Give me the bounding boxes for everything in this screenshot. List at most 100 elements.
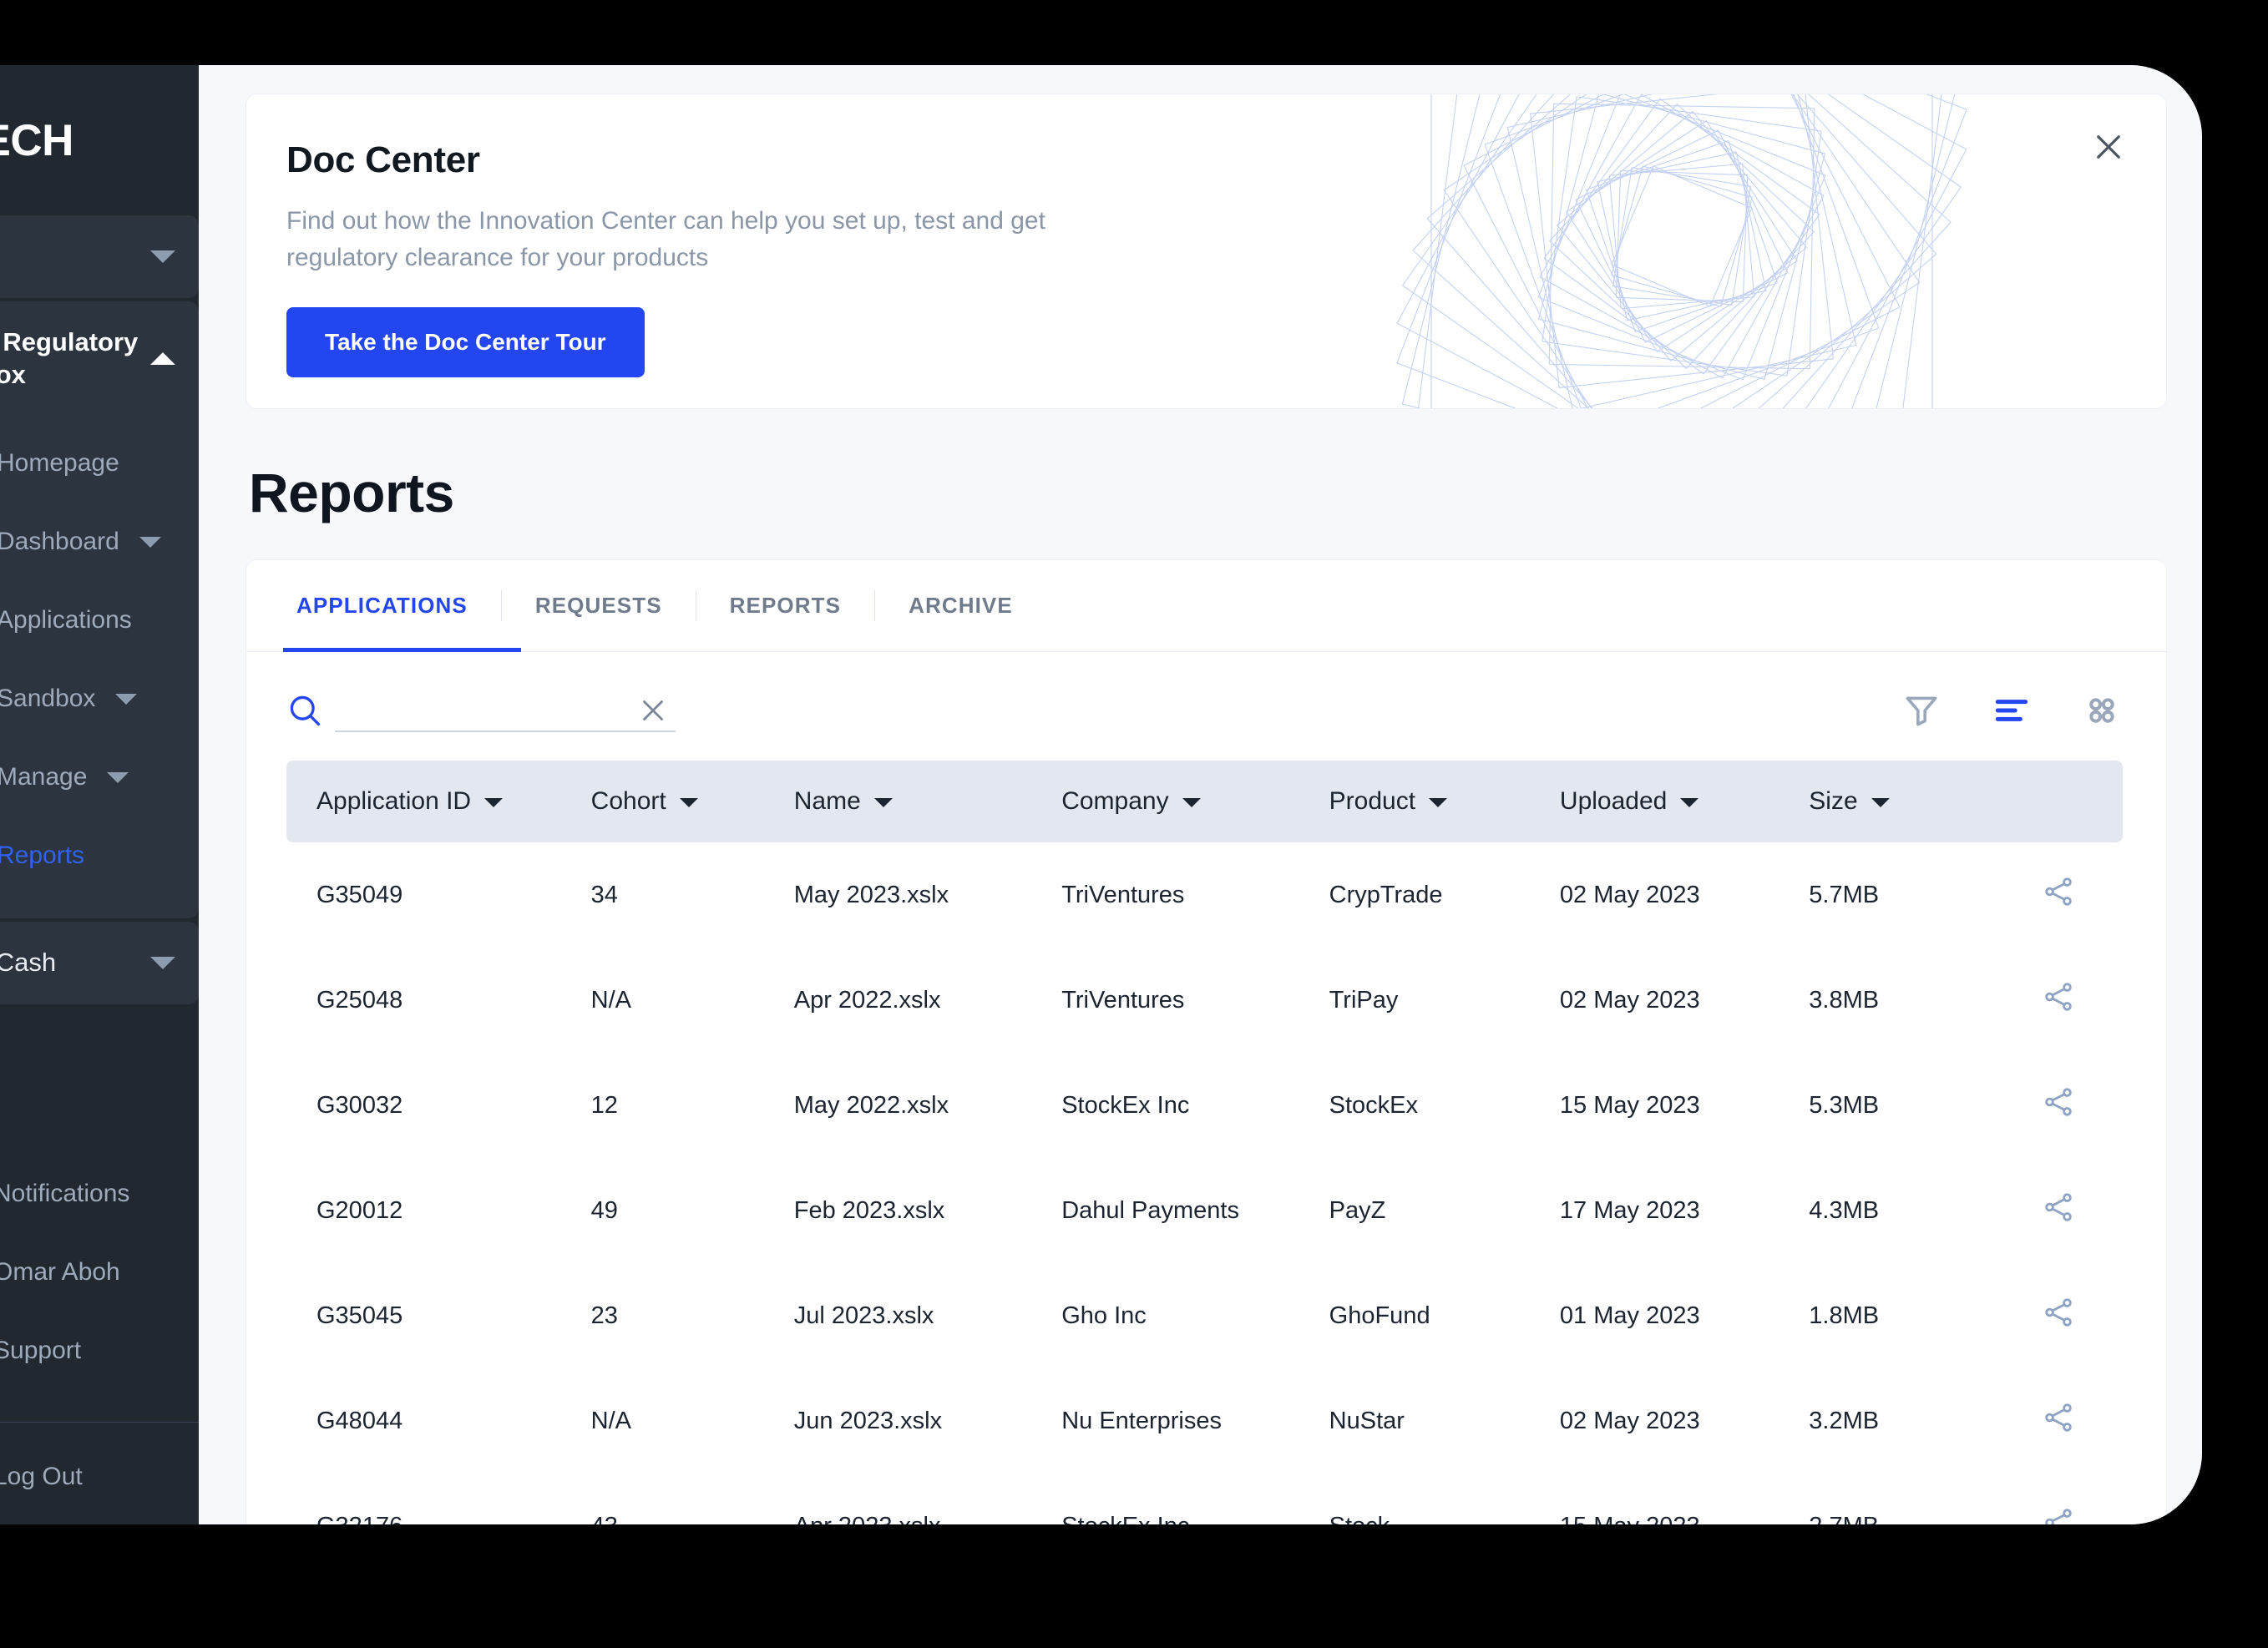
table-row[interactable]: G30032 12 May 2022.xslx StockEx Inc StockEx 1…: [286, 1053, 2123, 1158]
tab-requests[interactable]: REQUESTS: [502, 560, 696, 651]
brand-logo[interactable]: MTECH: [0, 65, 199, 215]
cell-actions: [1993, 1158, 2123, 1263]
cell-size: 3.8MB: [1809, 986, 1880, 1014]
cell-product: GhoFund: [1329, 1302, 1430, 1329]
share-icon[interactable]: [2041, 874, 2076, 909]
cell-cohort: 43: [591, 1474, 794, 1525]
column-header-company[interactable]: Company: [1061, 761, 1329, 842]
search-input[interactable]: [335, 689, 676, 732]
column-header-uploaded[interactable]: Uploaded: [1560, 761, 1809, 842]
chevron-down-icon: [150, 250, 175, 263]
table-row[interactable]: G35049 34 May 2023.xslx TriVentures CrypTrad…: [286, 842, 2123, 948]
cell-cohort: 49: [590, 1196, 618, 1224]
sidebar-item-dashboard[interactable]: Dashboard: [0, 503, 199, 581]
nav-item-list: Homepage Dashboard Applications Sandbox …: [0, 416, 199, 918]
cell-uploaded: 15 May 2023: [1559, 1091, 1700, 1119]
nav-group-home: Home: [0, 215, 199, 298]
view-controls: [1901, 690, 2123, 731]
cell-product: Stock: [1329, 1474, 1560, 1525]
column-header-product[interactable]: Product: [1329, 761, 1560, 842]
sidebar-item-user-profile[interactable]: Omar Aboh: [0, 1233, 199, 1312]
cell-uploaded: 02 May 2023: [1559, 986, 1700, 1014]
share-icon[interactable]: [2041, 1295, 2076, 1330]
tab-archive[interactable]: ARCHIVE: [875, 560, 1046, 651]
sidebar-item-label: Omar Aboh: [0, 1258, 120, 1286]
banner-subtitle: Find out how the Innovation Center can h…: [286, 207, 1045, 271]
tab-bar: APPLICATIONS REQUESTS REPORTS ARCHIVE: [246, 560, 2166, 652]
nav-group-header-digital-regulatory-sandbox[interactable]: Digital Regulatory Sandbox: [0, 301, 199, 417]
table-row[interactable]: G3217643Apr 2023.xslxStockEx IncStock15 …: [286, 1474, 2123, 1524]
cell-actions: [1993, 948, 2123, 1053]
sort-caret-icon: [679, 797, 698, 807]
share-icon[interactable]: [2041, 979, 2076, 1014]
cell-uploaded: 01 May 2023: [1559, 1302, 1700, 1329]
cell-size: 2.7MB: [1809, 1474, 1993, 1525]
sidebar: MTECH Home Digital Regulatory Sandbox: [0, 65, 199, 1524]
sidebar-item-support[interactable]: Support: [0, 1312, 199, 1390]
cell-uploaded: 15 May 2023: [1560, 1474, 1809, 1525]
cell-cohort: N/A: [590, 1407, 631, 1434]
sidebar-item-label: Notifications: [0, 1180, 130, 1207]
column-header-application-id[interactable]: Application ID: [286, 761, 591, 842]
cell-name: Feb 2023.xslx: [793, 1196, 945, 1224]
table-row[interactable]: G35045 23 Jul 2023.xslx Gho Inc GhoFund 01 Ma…: [286, 1263, 2123, 1368]
cell-actions: [1993, 1263, 2123, 1368]
list-view-icon[interactable]: [1991, 690, 2033, 731]
cell-name: Apr 2023.xslx: [794, 1474, 1061, 1525]
share-icon[interactable]: [2041, 1505, 2076, 1524]
nav-group-header-digital-cash[interactable]: Digital Cash: [0, 922, 199, 1004]
cell-uploaded: 17 May 2023: [1559, 1196, 1700, 1224]
chevron-down-icon: [150, 957, 175, 970]
sidebar-item-notifications[interactable]: Notifications: [0, 1155, 199, 1233]
cell-name: Jul 2023.xslx: [793, 1302, 934, 1329]
sidebar-item-label: Manage: [0, 763, 88, 791]
chevron-down-icon: [115, 693, 138, 705]
table-row[interactable]: G48044 N/A Jun 2023.xslx Nu Enterprises NuSt…: [286, 1368, 2123, 1474]
table-toolbar: [246, 652, 2166, 761]
cell-company: Dahul Payments: [1061, 1196, 1239, 1224]
sidebar-item-manage[interactable]: Manage: [0, 738, 199, 816]
close-icon[interactable]: [2086, 124, 2131, 169]
sort-caret-icon: [1680, 797, 1699, 807]
cell-size: 5.3MB: [1809, 1091, 1880, 1119]
sidebar-item-label: Sandbox: [0, 685, 96, 713]
chevron-up-icon: [150, 352, 175, 365]
tab-applications[interactable]: APPLICATIONS: [283, 560, 521, 652]
chevron-down-icon: [139, 536, 161, 548]
sidebar-item-applications[interactable]: Applications: [0, 581, 199, 660]
sidebar-item-logout[interactable]: Log Out: [0, 1438, 199, 1516]
table-row[interactable]: G20012 49 Feb 2023.xslx Dahul Payments PayZ 1…: [286, 1158, 2123, 1263]
sidebar-item-reports[interactable]: Reports: [0, 816, 199, 895]
take-doc-center-tour-button[interactable]: Take the Doc Center Tour: [286, 307, 645, 377]
cell-application-id: G32176: [286, 1474, 591, 1525]
cell-product: TriPay: [1329, 986, 1399, 1014]
cell-uploaded: 02 May 2023: [1559, 1407, 1700, 1434]
cell-actions: [1993, 1474, 2123, 1524]
cell-product: CrypTrade: [1329, 881, 1443, 908]
cell-uploaded: 02 May 2023: [1559, 881, 1700, 908]
grid-view-icon[interactable]: [2081, 690, 2123, 731]
nav-group-header-home[interactable]: Home: [0, 215, 199, 298]
sort-caret-icon: [1429, 797, 1448, 807]
cell-company: Gho Inc: [1061, 1302, 1147, 1329]
sidebar-item-homepage[interactable]: Homepage: [0, 424, 199, 503]
banner-content: Doc Center Find out how the Innovation C…: [246, 94, 2166, 377]
share-icon[interactable]: [2041, 1190, 2076, 1225]
column-header-size[interactable]: Size: [1809, 761, 1993, 842]
cell-name: Jun 2023.xslx: [793, 1407, 943, 1434]
share-icon[interactable]: [2041, 1400, 2076, 1435]
column-header-cohort[interactable]: Cohort: [591, 761, 794, 842]
cell-size: 4.3MB: [1809, 1196, 1880, 1224]
cell-application-id: G30032: [316, 1091, 403, 1119]
tab-reports[interactable]: REPORTS: [696, 560, 874, 651]
sidebar-divider: [0, 1422, 199, 1423]
logo-text: TECH: [0, 115, 73, 165]
table-row[interactable]: G25048 N/A Apr 2022.xslx TriVentures TriPay 0…: [286, 948, 2123, 1053]
share-icon[interactable]: [2041, 1084, 2076, 1120]
clear-search-icon[interactable]: [635, 693, 671, 728]
cell-cohort: N/A: [590, 986, 631, 1014]
column-header-name[interactable]: Name: [794, 761, 1061, 842]
reports-table: Application ID Cohort Name Company Produ…: [246, 761, 2166, 1524]
filter-icon[interactable]: [1901, 690, 1942, 731]
sidebar-item-sandbox[interactable]: Sandbox: [0, 660, 199, 738]
